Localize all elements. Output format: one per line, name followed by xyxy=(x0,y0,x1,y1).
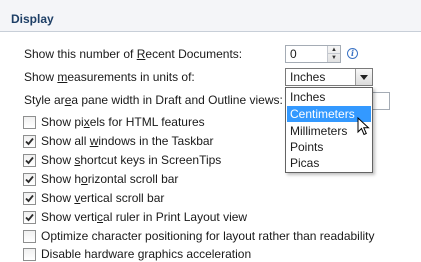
measurement-units-select[interactable]: Inches xyxy=(285,68,373,86)
checkbox-label: Optimize character positioning for layou… xyxy=(41,229,375,243)
measurement-units-value: Inches xyxy=(290,70,326,84)
checkbox[interactable] xyxy=(23,192,36,205)
checkbox[interactable] xyxy=(23,230,36,243)
style-area-label: Style area pane width in Draft and Outli… xyxy=(24,93,283,107)
checkbox[interactable] xyxy=(23,173,36,186)
checkbox-label: Show vertical ruler in Print Layout view xyxy=(41,210,248,224)
mouse-pointer-icon xyxy=(357,117,370,136)
recent-documents-label: Show this number of Recent Documents: xyxy=(24,47,243,61)
checkbox[interactable] xyxy=(23,154,36,167)
checkbox[interactable] xyxy=(23,135,36,148)
spinner-buttons: ▲ ▼ xyxy=(327,46,340,62)
checkbox-label: Show shortcut keys in ScreenTips xyxy=(41,153,222,167)
check-icon xyxy=(25,175,34,184)
recent-documents-spinner[interactable]: 0 ▲ ▼ xyxy=(285,45,341,63)
dropdown-button[interactable] xyxy=(355,69,372,85)
check-icon xyxy=(25,137,34,146)
option-inches[interactable]: Inches xyxy=(287,89,371,105)
style-area-width-input[interactable] xyxy=(370,92,390,110)
spin-up-icon[interactable]: ▲ xyxy=(328,46,340,54)
checkbox-label: Show all windows in the Taskbar xyxy=(41,134,214,148)
checkbox-label: Disable hardware graphics acceleration xyxy=(41,247,252,261)
info-icon[interactable]: i xyxy=(347,48,358,59)
option-picas[interactable]: Picas xyxy=(287,155,371,171)
checkbox-label: Show pixels for HTML features xyxy=(41,115,205,129)
section-title: Display xyxy=(11,12,54,26)
checkbox[interactable] xyxy=(23,211,36,224)
checkbox-label: Show vertical scroll bar xyxy=(41,191,165,205)
option-points[interactable]: Points xyxy=(287,139,371,155)
measurements-label: Show measurements in units of: xyxy=(24,70,195,84)
recent-documents-value[interactable]: 0 xyxy=(290,47,297,61)
chevron-down-icon xyxy=(360,75,368,80)
checkbox-label: Show horizontal scroll bar xyxy=(41,172,179,186)
check-icon xyxy=(25,213,34,222)
check-icon xyxy=(25,156,34,165)
checkbox[interactable] xyxy=(23,116,36,129)
checkbox[interactable] xyxy=(23,248,36,261)
check-icon xyxy=(25,194,34,203)
section-header: Display xyxy=(0,0,421,32)
spin-down-icon[interactable]: ▼ xyxy=(328,54,340,62)
